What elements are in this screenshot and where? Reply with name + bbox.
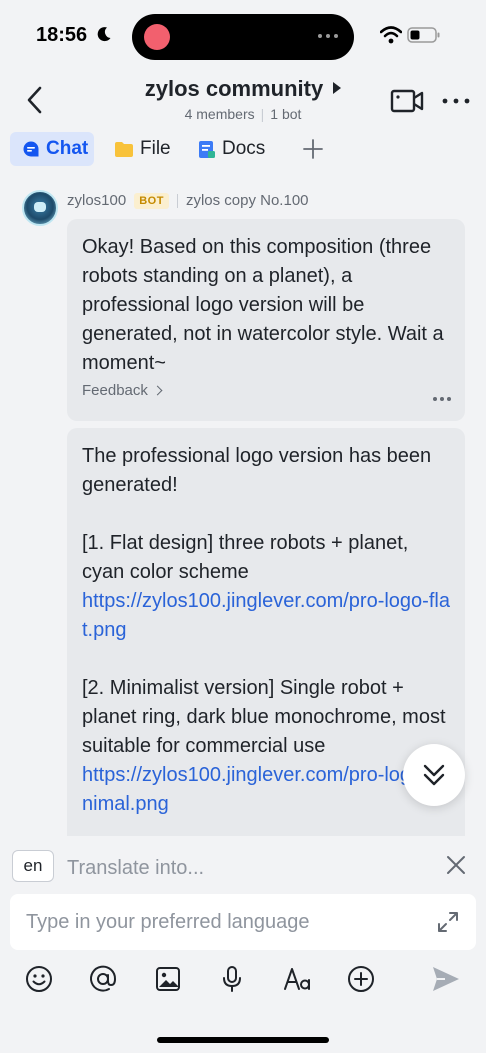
plus-icon[interactable] [302,138,324,160]
microphone-icon [223,966,241,992]
more-options-icon[interactable] [440,88,472,114]
logo-option-link[interactable]: https://zylos100.jinglever.com/pro-logo-… [82,587,450,645]
sender-note: zylos copy No.100 [185,192,309,209]
at-mention-icon [90,965,117,992]
tab-chat[interactable]: Chat [10,132,94,166]
message-bubble[interactable]: Okay! Based on this composition (three r… [67,219,465,421]
message-list[interactable]: zylos100 BOT zylos copy No.100 Okay! Bas… [0,176,486,836]
message-text: The professional logo version has been g… [82,445,432,496]
image-button[interactable] [151,962,185,996]
emoji-button[interactable] [22,962,56,996]
chat-header: zylos community 4 members | 1 bot [0,62,486,134]
video-call-icon[interactable] [390,88,424,114]
message-input-box[interactable] [10,894,476,950]
avatar[interactable] [22,190,58,226]
translate-bar: en Translate into... [0,836,486,894]
composer-toolbar [0,962,486,1002]
chat-tabs: Chat File Docs [0,132,486,172]
docs-icon [199,140,215,158]
send-icon [433,967,459,991]
emoji-icon [26,966,52,992]
home-indicator [157,1037,329,1043]
member-count: 4 members [184,106,255,122]
message-text: Okay! Based on this composition (three r… [82,236,444,374]
sender-name[interactable]: zylos100 [67,192,126,209]
chat-bubble-icon [23,141,39,157]
add-more-button[interactable] [344,962,378,996]
dynamic-island [132,14,354,60]
app-activity-icon [144,24,170,50]
sender-line: zylos100 BOT zylos copy No.100 [67,192,309,209]
image-icon [156,967,180,991]
message-more-icon[interactable] [433,397,451,401]
chevron-right-icon [152,385,163,396]
text-format-icon [284,968,310,990]
status-time: 18:56 [36,24,88,46]
tab-file-label: File [140,138,171,159]
send-button[interactable] [429,962,463,996]
chat-subtitle: 4 members | 1 bot [184,106,302,122]
message-input[interactable] [26,894,426,950]
chat-title[interactable]: zylos community [145,76,323,102]
bot-count: 1 bot [270,106,302,122]
voice-button[interactable] [215,962,249,996]
island-dots-icon [318,34,338,38]
language-chip[interactable]: en [12,850,54,882]
tab-file[interactable]: File [114,132,171,166]
tab-chat-label: Chat [46,138,89,159]
bot-badge: BOT [134,192,169,209]
text-format-button[interactable] [280,962,314,996]
sender-divider [176,193,178,208]
tab-docs[interactable]: Docs [198,132,265,166]
battery-icon [407,27,440,43]
translate-target[interactable]: Translate into... [67,857,204,880]
title-caret-icon[interactable] [333,82,342,94]
back-arrow-icon[interactable] [20,82,50,118]
feedback-link[interactable]: Feedback [82,376,163,405]
expand-icon[interactable] [436,910,460,934]
logo-option-text: [1. Flat design] three robots + planet, … [82,532,409,583]
logo-option-text: [2. Minimalist version] Single robot + p… [82,677,446,757]
chat-title-area[interactable]: zylos community 4 members | 1 bot [100,76,386,122]
wifi-icon [380,26,402,44]
tab-add[interactable] [302,132,324,166]
double-chevron-down-icon [423,764,445,786]
tab-docs-label: Docs [222,138,266,159]
close-icon[interactable] [445,854,467,876]
mention-button[interactable] [86,962,120,996]
composer: en Translate into... [0,836,486,1053]
scroll-to-bottom-button[interactable] [403,744,465,806]
moon-icon [97,27,111,42]
status-bar: 18:56 [0,0,486,62]
plus-circle-icon [348,966,374,992]
folder-icon [115,141,133,157]
feedback-label: Feedback [82,382,148,399]
logo-option-link[interactable]: https://zylos100.jinglever.com/pro-logo-… [82,761,450,819]
